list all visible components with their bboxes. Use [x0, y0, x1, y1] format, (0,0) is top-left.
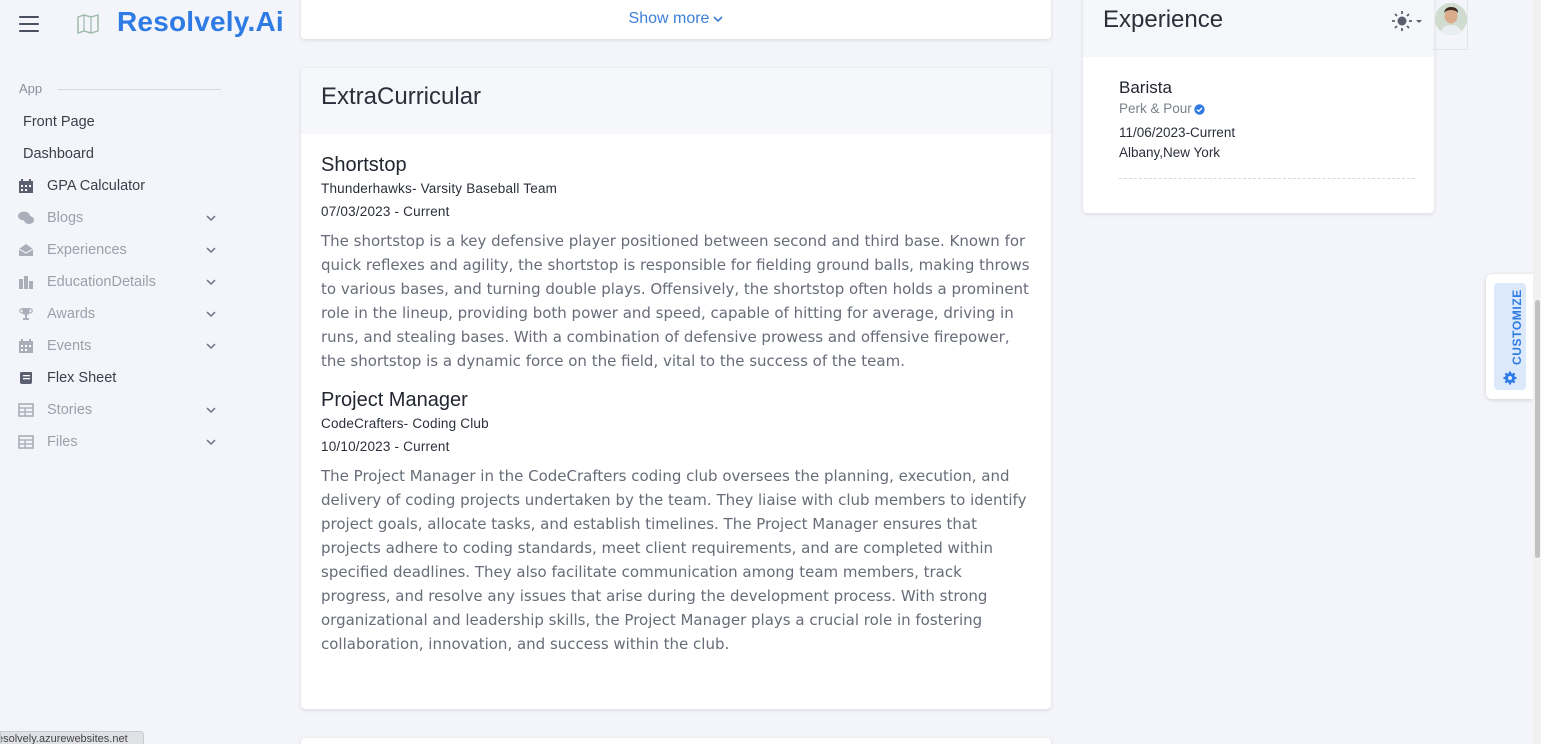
divider	[1119, 178, 1415, 179]
extracurricular-card: ExtraCurricular Shortstop Thunderhawks- …	[301, 68, 1051, 709]
experience-location: Albany,New York	[1119, 145, 1221, 160]
sidebar-item-dashboard[interactable]: Dashboard	[0, 138, 240, 170]
entry-date: 07/03/2023 - Current	[321, 204, 450, 219]
extracurricular-entry: Shortstop Thunderhawks- Varsity Baseball…	[321, 154, 1033, 373]
experience-header: Experience	[1083, 0, 1434, 57]
sidebar-item-blogs[interactable]: Blogs	[0, 202, 240, 234]
customize-button[interactable]: CUSTOMIZE	[1486, 274, 1534, 399]
scrollbar-thumb[interactable]	[1535, 300, 1540, 558]
entry-title: Project Manager	[321, 389, 468, 411]
building-icon	[19, 276, 33, 289]
section-label-app: App	[19, 81, 43, 96]
chevron-down-icon	[206, 215, 216, 222]
experience-company: Perk & Pour	[1119, 101, 1192, 116]
section-divider	[58, 89, 221, 90]
sidebar-item-label: Blogs	[47, 210, 84, 226]
chevron-down-icon	[713, 16, 724, 22]
sidebar-item-educationdetails[interactable]: EducationDetails	[0, 266, 240, 298]
sidebar-item-front-page[interactable]: Front Page	[0, 106, 240, 138]
show-more-button[interactable]: Show more	[301, 10, 1051, 28]
sidebar-item-label: Files	[47, 434, 78, 450]
sidebar-item-awards[interactable]: Awards	[0, 298, 240, 330]
verified-badge-icon	[1194, 104, 1205, 115]
customize-panel-tab: CUSTOMIZE	[1494, 283, 1526, 390]
theme-toggle-button[interactable]	[1392, 10, 1426, 32]
sidebar-item-events[interactable]: Events	[0, 330, 240, 362]
envelope-open-icon	[18, 244, 34, 256]
avatar[interactable]	[1435, 3, 1467, 35]
calendar-icon	[19, 179, 33, 193]
next-section-card	[301, 738, 1051, 744]
chevron-down-icon	[206, 247, 216, 254]
entry-organization: Thunderhawks- Varsity Baseball Team	[321, 181, 558, 196]
chevron-down-icon	[206, 343, 216, 350]
link-status-bar: esolvely.azurewebsites.net	[0, 731, 144, 744]
sidebar-nav: Front Page Dashboard GPA Calculator Blog…	[0, 106, 240, 458]
scroll-icon	[20, 372, 32, 384]
previous-section-card: Show more	[301, 0, 1051, 39]
calendar-icon	[19, 339, 33, 353]
sidebar-item-label: Events	[47, 338, 92, 354]
chevron-down-icon	[206, 311, 216, 318]
sidebar-item-label: Flex Sheet	[47, 370, 117, 386]
experience-role: Barista	[1119, 78, 1172, 97]
brand-logo[interactable]: Resolvely.Ai	[117, 6, 284, 38]
sidebar-item-label: Dashboard	[23, 146, 94, 162]
trophy-icon	[19, 308, 33, 320]
sidebar-item-experiences[interactable]: Experiences	[0, 234, 240, 266]
map-logo-icon	[77, 14, 99, 34]
sidebar-item-label: Stories	[47, 402, 93, 418]
table-icon	[18, 435, 34, 449]
sidebar-item-label: Experiences	[47, 242, 127, 258]
sidebar-item-label: Front Page	[23, 114, 95, 130]
extracurricular-title: ExtraCurricular	[321, 83, 482, 110]
sidebar-item-stories[interactable]: Stories	[0, 394, 240, 426]
chevron-down-icon	[206, 279, 216, 286]
sidebar-item-label: EducationDetails	[47, 274, 156, 290]
experience-item: Barista Perk & Pour 11/06/2023-Current A…	[1119, 78, 1415, 179]
status-url: esolvely.azurewebsites.net	[0, 733, 128, 744]
sidebar-item-gpa-calculator[interactable]: GPA Calculator	[0, 170, 240, 202]
table-icon	[18, 403, 34, 417]
extracurricular-header: ExtraCurricular	[301, 68, 1051, 134]
extracurricular-entry: Project Manager CodeCrafters- Coding Clu…	[321, 389, 1033, 656]
comments-icon	[18, 211, 34, 224]
entry-description: The shortstop is a key defensive player …	[321, 232, 1030, 370]
entry-date: 10/10/2023 - Current	[321, 439, 450, 454]
gear-icon	[1503, 371, 1517, 385]
experience-title: Experience	[1103, 6, 1224, 33]
sidebar-item-flex-sheet[interactable]: Flex Sheet	[0, 362, 240, 394]
entry-organization: CodeCrafters- Coding Club	[321, 416, 489, 431]
sidebar-item-label: GPA Calculator	[47, 178, 146, 194]
entry-title: Shortstop	[321, 154, 407, 176]
sidebar: Resolvely.Ai App Front Page Dashboard GP…	[0, 0, 284, 744]
sun-icon	[1392, 11, 1422, 31]
user-avatar-icon	[1435, 3, 1467, 35]
customize-label: CUSTOMIZE	[1510, 289, 1524, 365]
entry-description: The Project Manager in the CodeCrafters …	[321, 467, 1027, 653]
sidebar-item-files[interactable]: Files	[0, 426, 240, 458]
chevron-down-icon	[206, 439, 216, 446]
chevron-down-icon	[206, 407, 216, 414]
menu-icon[interactable]	[19, 16, 39, 32]
experience-card: Experience Barista Perk & Pour 11/06/202…	[1083, 0, 1434, 213]
experience-company-row: Perk & Pour	[1119, 101, 1415, 116]
sidebar-item-label: Awards	[47, 306, 96, 322]
experience-date: 11/06/2023-Current	[1119, 125, 1236, 140]
show-more-label: Show more	[628, 10, 710, 27]
